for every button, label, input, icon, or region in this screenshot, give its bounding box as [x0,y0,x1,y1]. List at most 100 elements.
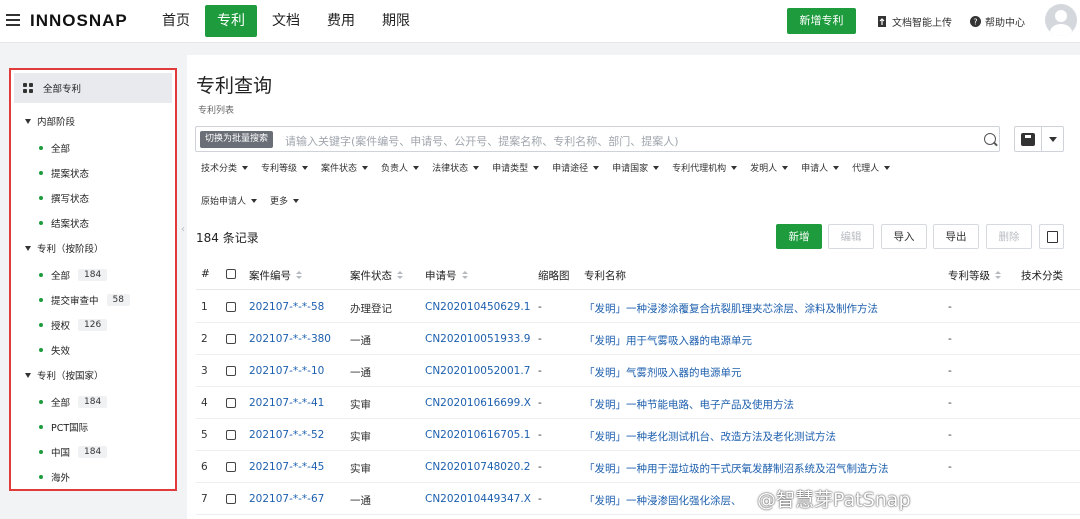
filter-owner[interactable]: 负责人 [381,161,420,174]
row-checkbox[interactable] [226,430,236,440]
case-no-link[interactable]: 202107-*-*-380 [249,333,331,345]
export-button[interactable]: 导出 [933,224,979,249]
table-row[interactable]: 1 202107-*-*-58 办理登记 CN202010450629.1 - … [196,291,1080,323]
filter-inventor[interactable]: 发明人 [750,161,789,174]
sidebar-item[interactable]: PCT国际 [11,415,175,439]
sidebar-item[interactable]: 全部 184 [11,390,175,414]
search-icon[interactable] [984,133,996,145]
delete-button[interactable]: 删除 [986,224,1032,249]
filter-agent[interactable]: 代理人 [852,161,891,174]
patent-name-link[interactable]: 「发明」一种用于湿垃圾的干式厌氧发酵制沼系统及沼气制造方法 [584,461,889,476]
edit-button[interactable]: 编辑 [828,224,874,249]
nav-document[interactable]: 文档 [260,5,312,37]
row-checkbox[interactable] [226,302,236,312]
filter-case-status[interactable]: 案件状态 [321,161,369,174]
patent-name-link[interactable]: 「发明」一种老化测试机台、改造方法及老化测试方法 [584,429,836,444]
app-no-link[interactable]: CN202010052001.7 [425,365,530,377]
row-checkbox[interactable] [226,366,236,376]
nav-patent[interactable]: 专利 [205,5,257,37]
patent-level: - [948,365,952,377]
search-input[interactable]: 请输入关键字(案件编号、申请号、公开号、提案名称、专利名称、部门、提案人) [285,133,679,149]
svg-text:?: ? [973,18,977,27]
row-checkbox[interactable] [226,334,236,344]
patent-name-link[interactable]: 「发明」气雾剂吸入器的电源单元 [584,365,742,380]
table-row[interactable]: 7 202107-*-*-67 一通 CN202010449347.X - 「发… [196,483,1080,515]
row-checkbox[interactable] [226,398,236,408]
watermark: @智慧芽PatSnap [757,489,911,511]
logo[interactable]: INNOSNAP [30,11,128,31]
table-row[interactable]: 5 202107-*-*-52 实审 CN202010616705.1 - 「发… [196,419,1080,451]
col-app-no[interactable]: 申请号 [425,268,468,283]
app-no-link[interactable]: CN202010616699.X [425,397,531,409]
sidebar-item[interactable]: 中国 184 [11,440,175,464]
case-no-link[interactable]: 202107-*-*-58 [249,301,324,313]
filter-more[interactable]: 更多 [270,194,300,207]
case-no-link[interactable]: 202107-*-*-67 [249,493,324,505]
menu-icon[interactable] [6,14,20,26]
app-no-link[interactable]: CN202010450629.1 [425,301,530,313]
sidebar-item[interactable]: 授权 126 [11,313,175,337]
sidebar-item[interactable]: 海外 [11,465,175,489]
row-checkbox[interactable] [226,462,236,472]
sidebar-group-internal-stage[interactable]: 内部阶段 [11,109,175,133]
case-no-link[interactable]: 202107-*-*-41 [249,397,324,409]
table-row[interactable]: 4 202107-*-*-41 实审 CN202010616699.X - 「发… [196,387,1080,419]
sidebar-item[interactable]: 提案状态 [11,161,175,185]
app-no-link[interactable]: CN202010051933.9 [425,333,530,345]
table-row[interactable]: 3 202107-*-*-10 一通 CN202010052001.7 - 「发… [196,355,1080,387]
filter-applicant[interactable]: 申请人 [801,161,840,174]
patent-name-link[interactable]: 「发明」一种节能电路、电子产品及使用方法 [584,397,794,412]
thumbnail: - [538,301,542,313]
col-patent-level[interactable]: 专利等级 [948,268,1001,283]
save-icon [1021,133,1035,146]
app-no-link[interactable]: CN202010449347.X [425,493,531,505]
sidebar-item-all-patents[interactable]: 全部专利 [14,73,172,103]
filter-app-route[interactable]: 申请途径 [552,161,600,174]
doc-upload-link[interactable]: 文档智能上传 [877,14,952,29]
app-no-link[interactable]: CN202010748020.2 [425,461,530,473]
sidebar-item[interactable]: 全部 [11,136,175,160]
nav-fee[interactable]: 费用 [315,5,367,37]
chevron-down-icon[interactable] [1049,137,1057,142]
filter-original-applicant[interactable]: 原始申请人 [201,194,258,207]
sidebar-item[interactable]: 提交审查中 58 [11,288,175,312]
case-no-link[interactable]: 202107-*-*-52 [249,429,324,441]
patent-name-link[interactable]: 「发明」用于气雾吸入器的电源单元 [584,333,752,348]
case-no-link[interactable]: 202107-*-*-10 [249,365,324,377]
sidebar-item[interactable]: 全部 184 [11,263,175,287]
sidebar-group-by-stage[interactable]: 专利（按阶段） [11,236,175,260]
filter-app-type[interactable]: 申请类型 [492,161,540,174]
filter-patent-level[interactable]: 专利等级 [261,161,309,174]
main-nav: 首页 专利 文档 费用 期限 [150,5,425,37]
export-file-icon[interactable] [1039,224,1064,249]
filter-app-country[interactable]: 申请国家 [612,161,660,174]
app-no-link[interactable]: CN202010616705.1 [425,429,530,441]
col-status[interactable]: 案件状态 [350,268,403,283]
nav-home[interactable]: 首页 [150,5,202,37]
patent-name-link[interactable]: 「发明」一种浸渗涂覆复合抗裂肌理夹芯涂层、涂料及制作方法 [584,301,878,316]
filter-legal-status[interactable]: 法律状态 [432,161,480,174]
sidebar-item[interactable]: 撰写状态 [11,186,175,210]
col-case-no[interactable]: 案件编号 [249,268,302,283]
add-button[interactable]: 新增 [776,224,822,249]
bullet-icon [39,400,43,404]
table-row[interactable]: 6 202107-*-*-45 实审 CN202010748020.2 - 「发… [196,451,1080,483]
batch-search-toggle-button[interactable]: 切换为批量搜索 [200,131,274,148]
sidebar-group-by-country[interactable]: 专利（按国家） [11,363,175,387]
select-all-checkbox[interactable] [226,269,236,279]
filter-agency[interactable]: 专利代理机构 [672,161,738,174]
help-center-link[interactable]: ? 帮助中心 [970,14,1025,29]
sidebar-item[interactable]: 结案状态 [11,211,175,235]
sidebar-item[interactable]: 失效 [11,338,175,362]
case-status: 一通 [350,367,371,379]
nav-deadline[interactable]: 期限 [370,5,422,37]
row-checkbox[interactable] [226,494,236,504]
avatar[interactable] [1045,4,1077,36]
filter-tech-class[interactable]: 技术分类 [201,161,249,174]
new-patent-button[interactable]: 新增专利 [787,8,856,34]
save-search-button[interactable] [1014,126,1064,152]
patent-name-link[interactable]: 「发明」一种浸渗固化强化涂层、 [584,493,742,508]
case-no-link[interactable]: 202107-*-*-45 [249,461,324,473]
import-button[interactable]: 导入 [881,224,927,249]
table-row[interactable]: 2 202107-*-*-380 一通 CN202010051933.9 - 「… [196,323,1080,355]
